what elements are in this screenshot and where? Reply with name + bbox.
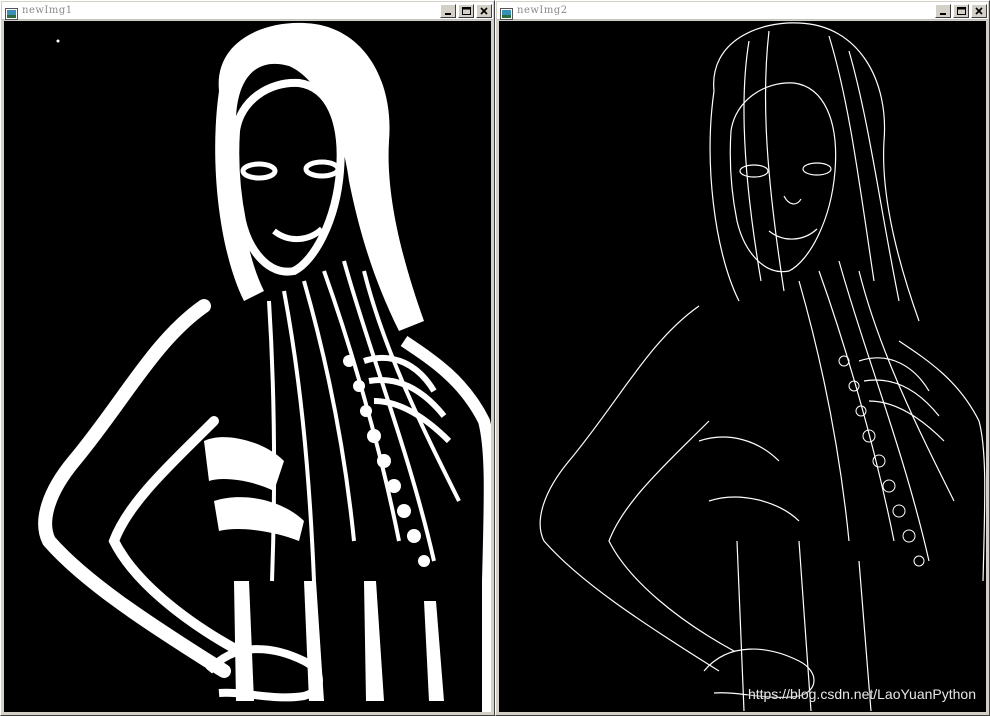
- watermark-text: https://blog.csdn.net/LaoYuanPython: [747, 686, 976, 702]
- minimize-icon: [940, 12, 946, 15]
- close-icon: [975, 6, 983, 15]
- edge-image: [499, 21, 986, 712]
- minimize-button[interactable]: [440, 3, 456, 18]
- title-bar[interactable]: newImg2: [497, 2, 988, 20]
- app-icon: [5, 5, 18, 20]
- maximize-icon: [956, 6, 966, 15]
- minimize-icon: [445, 12, 451, 15]
- image-window-newimg2[interactable]: newImg2 https://blog.csdn.net/LaoYuanPyt…: [495, 0, 990, 716]
- window-title: newImg2: [517, 5, 568, 16]
- image-window-newimg1[interactable]: newImg1: [0, 0, 495, 716]
- close-icon: [480, 6, 488, 15]
- threshold-image: [4, 21, 491, 712]
- maximize-button[interactable]: [953, 3, 969, 18]
- maximize-button[interactable]: [458, 3, 474, 18]
- app-icon: [500, 5, 513, 20]
- close-button[interactable]: [971, 3, 987, 18]
- image-canvas-threshold: [4, 21, 491, 712]
- minimize-button[interactable]: [935, 3, 951, 18]
- window-title: newImg1: [22, 5, 73, 16]
- maximize-icon: [461, 6, 471, 15]
- title-bar[interactable]: newImg1: [2, 2, 493, 20]
- image-canvas-edges: https://blog.csdn.net/LaoYuanPython: [499, 21, 986, 712]
- close-button[interactable]: [476, 3, 492, 18]
